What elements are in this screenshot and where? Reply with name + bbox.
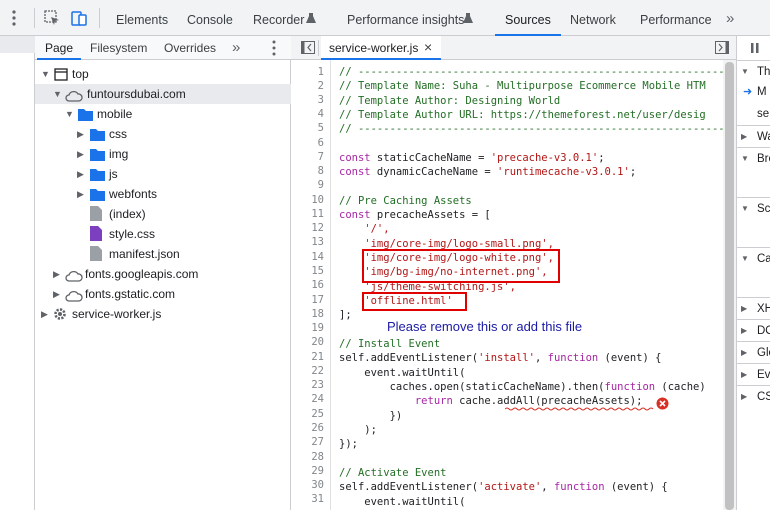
more-tabs-chevron-icon[interactable]: » (726, 0, 734, 36)
section-event-listener-breakpoints[interactable]: ▶Eve (737, 363, 770, 385)
pause-icon[interactable] (750, 42, 760, 57)
section-dom-breakpoints[interactable]: ▶DO (737, 319, 770, 341)
tab-performance[interactable]: Performance (640, 0, 712, 36)
editor-scrollbar-thumb[interactable] (725, 62, 734, 510)
devtools-toolbar: Elements Console Recorder Performance in… (0, 0, 770, 36)
tree-item-folder-js[interactable]: ▶ js (35, 164, 291, 184)
nav-more-chevron-icon[interactable]: » (232, 36, 240, 60)
kebab-menu-icon[interactable] (12, 10, 16, 26)
section-breakpoints[interactable]: ▼Bre (737, 147, 770, 169)
section-watch[interactable]: ▶Wa (737, 125, 770, 147)
navigator-menu-icon[interactable] (272, 40, 276, 59)
section-call-stack[interactable]: ▼Ca (737, 247, 770, 269)
error-squiggle (505, 407, 654, 411)
editor-tab-label: service-worker.js (329, 41, 419, 55)
tree-item-gstatic[interactable]: ▶ fonts.gstatic.com (35, 284, 291, 304)
tree-item-index[interactable]: (index) (35, 204, 291, 224)
tab-recorder[interactable]: Recorder (253, 0, 304, 36)
editor-tab-service-worker[interactable]: service-worker.js × (321, 36, 441, 60)
tab-elements[interactable]: Elements (116, 0, 168, 36)
close-icon[interactable]: × (424, 39, 432, 55)
error-icon[interactable] (656, 397, 669, 413)
device-toolbar-icon[interactable] (70, 9, 88, 30)
section-scope[interactable]: ▼Sco (737, 197, 770, 219)
nav-tab-overrides[interactable]: Overrides (164, 36, 216, 60)
experiment-flask-icon (463, 13, 473, 27)
editor-tabbar: service-worker.js × (291, 36, 736, 60)
tab-network[interactable]: Network (570, 0, 616, 36)
section-csp-violation-breakpoints[interactable]: ▶CS (737, 385, 770, 407)
toggle-debugger-icon[interactable] (715, 41, 729, 57)
gear-icon (53, 307, 67, 327)
tree-item-manifest[interactable]: manifest.json (35, 244, 291, 264)
annotation-note: Please remove this or add this file (387, 319, 583, 334)
thread-main[interactable]: ➜ M (737, 81, 770, 103)
experiment-flask-icon (306, 13, 316, 27)
section-threads[interactable]: ▼ Th (737, 61, 770, 83)
debugger-sidebar: ▼Th ➜M se ▶Wa ▼Bre ▼Sco ▼Ca ▶XH ▶DO ▶Glo… (736, 36, 770, 510)
section-xhr-breakpoints[interactable]: ▶XH (737, 297, 770, 319)
tab-console[interactable]: Console (187, 0, 233, 36)
inspect-element-icon[interactable] (44, 10, 60, 29)
tree-item-service-worker[interactable]: ▶ service-worker.js (35, 304, 291, 324)
toggle-navigator-icon[interactable] (301, 41, 315, 57)
tab-performance-insights[interactable]: Performance insights (347, 0, 464, 36)
highlight-box-offline (362, 292, 467, 311)
tree-item-folder-mobile[interactable]: ▼ mobile (35, 104, 291, 124)
thread-service[interactable]: se (737, 103, 770, 125)
tab-sources[interactable]: Sources (495, 0, 561, 36)
sources-navigator: Page Filesystem Overrides » ▼ top ▼ funt… (35, 36, 291, 510)
line-number-gutter: 123 456 789 10 11 12 13 14 15 16 17 18 19 20 21 … (291, 60, 331, 510)
tree-item-folder-css[interactable]: ▶ css (35, 124, 291, 144)
nav-tab-filesystem[interactable]: Filesystem (90, 36, 147, 60)
highlight-box-images (362, 249, 560, 283)
tree-item-googleapis[interactable]: ▶ fonts.googleapis.com (35, 264, 291, 284)
tree-item-style-css[interactable]: style.css (35, 224, 291, 244)
tree-item-folder-img[interactable]: ▶ img (35, 144, 291, 164)
left-rail (0, 36, 35, 510)
tree-item-folder-webfonts[interactable]: ▶ webfonts (35, 184, 291, 204)
tree-item-domain[interactable]: ▼ funtoursdubai.com (35, 84, 291, 104)
nav-tab-page[interactable]: Page (37, 36, 82, 60)
navigator-tabs: Page Filesystem Overrides » (35, 36, 291, 60)
tree-item-top[interactable]: ▼ top (35, 64, 291, 84)
section-global-listeners[interactable]: ▶Glo (737, 341, 770, 363)
